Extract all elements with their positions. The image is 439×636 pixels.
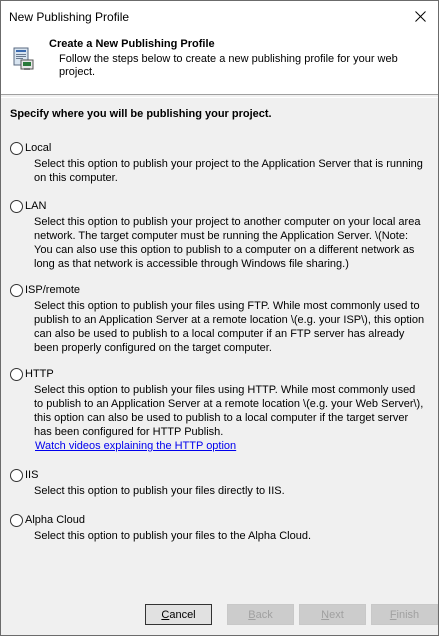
option-iis: IIS Select this option to publish your f… — [10, 468, 430, 498]
radio-local[interactable] — [10, 141, 23, 155]
option-label-lan[interactable]: LAN — [25, 200, 46, 212]
header-title: Create a New Publishing Profile — [49, 38, 215, 50]
radio-isp-remote[interactable] — [10, 283, 23, 297]
dialog-window: New Publishing Profile Create a New Publ… — [0, 0, 439, 636]
radio-http[interactable] — [10, 367, 23, 381]
header-description: Follow the steps below to create a new p… — [59, 53, 398, 78]
option-label-iis[interactable]: IIS — [25, 469, 38, 481]
option-label-local[interactable]: Local — [25, 142, 51, 154]
finish-label-rest: inish — [396, 608, 420, 621]
option-desc-http: Select this option to publish your files… — [34, 384, 424, 438]
back-label-rest: ack — [255, 608, 273, 621]
option-desc-alpha-cloud: Select this option to publish your files… — [34, 530, 312, 542]
finish-mnemonic: F — [389, 608, 397, 621]
cancel-button[interactable]: Cancel — [145, 604, 212, 625]
wizard-content: Specify where you will be publishing you… — [1, 98, 438, 594]
title-bar: New Publishing Profile — [1, 1, 438, 31]
option-alpha-cloud: Alpha Cloud Select this option to publis… — [10, 513, 430, 543]
option-isp-remote: ISP/remote Select this option to publish… — [10, 283, 430, 355]
radio-alpha-cloud[interactable] — [10, 513, 23, 527]
next-mnemonic: N — [321, 608, 330, 621]
cancel-label-rest: ancel — [169, 608, 196, 621]
close-button[interactable] — [402, 1, 438, 31]
option-desc-isp-remote: Select this option to publish your files… — [34, 300, 425, 354]
finish-button[interactable]: Finish — [371, 604, 438, 625]
cancel-mnemonic: C — [161, 608, 170, 621]
option-lan: LAN Select this option to publish your p… — [10, 199, 430, 271]
option-desc-local: Select this option to publish your proje… — [34, 158, 423, 184]
option-local: Local Select this option to publish your… — [10, 141, 430, 185]
option-label-alpha-cloud[interactable]: Alpha Cloud — [25, 514, 85, 526]
option-desc-iis: Select this option to publish your files… — [34, 485, 285, 497]
back-mnemonic: B — [248, 608, 256, 621]
option-label-http[interactable]: HTTP — [25, 368, 54, 380]
radio-lan[interactable] — [10, 199, 23, 213]
option-http: HTTP Select this option to publish your … — [10, 367, 430, 453]
next-button[interactable]: Next — [299, 604, 366, 625]
http-videos-link[interactable]: Watch videos explaining the HTTP option — [35, 439, 236, 453]
window-title: New Publishing Profile — [9, 10, 130, 24]
wizard-header: Create a New Publishing Profile Follow t… — [1, 31, 438, 95]
section-title: Specify where you will be publishing you… — [10, 108, 272, 120]
option-desc-lan: Select this option to publish your proje… — [34, 216, 421, 270]
close-icon — [414, 10, 426, 22]
next-label-rest: ext — [329, 608, 344, 621]
publish-profile-icon — [13, 47, 34, 70]
option-label-isp-remote[interactable]: ISP/remote — [25, 284, 80, 296]
back-button[interactable]: Back — [227, 604, 294, 625]
radio-iis[interactable] — [10, 468, 23, 482]
